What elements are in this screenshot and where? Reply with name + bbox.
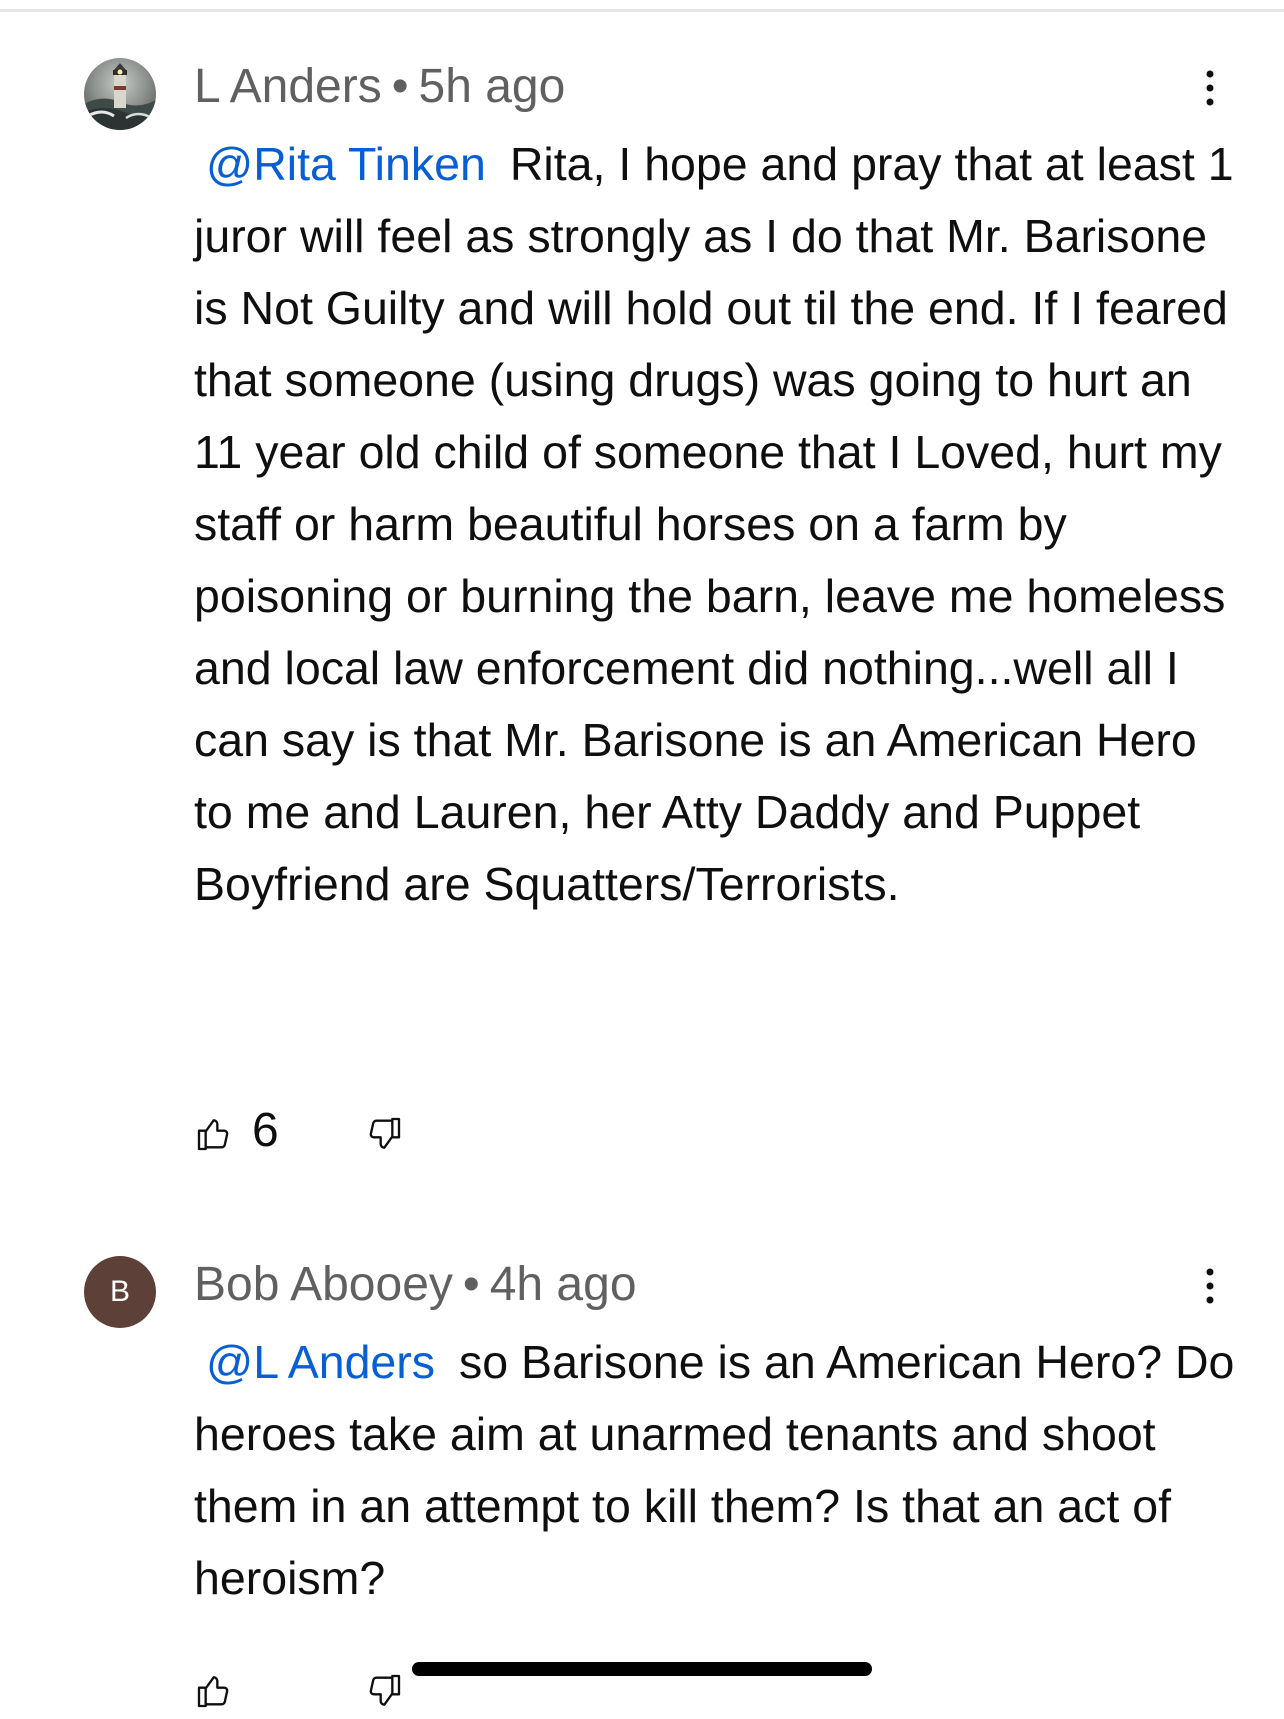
top-divider [0, 9, 1284, 12]
thumbs-down-icon[interactable] [364, 1671, 404, 1711]
timestamp: 5h ago [418, 60, 566, 113]
comment-header: Bob Abooey • 4h ago [194, 1255, 637, 1315]
avatar[interactable] [84, 58, 156, 130]
comment-body: Rita, I hope and pray that at least 1 ju… [194, 138, 1234, 910]
home-indicator[interactable] [412, 1662, 872, 1676]
comment-text: @Rita Tinken Rita, I hope and pray that a… [194, 128, 1234, 920]
lighthouse-avatar-image [84, 58, 156, 130]
separator-dot: • [462, 1258, 480, 1311]
mention-link[interactable]: @Rita Tinken [206, 138, 486, 190]
more-vertical-icon[interactable] [1195, 1264, 1225, 1308]
avatar[interactable]: B [84, 1256, 156, 1328]
separator-dot: • [391, 60, 409, 113]
author-name[interactable]: Bob Abooey [194, 1258, 453, 1311]
author-name[interactable]: L Anders [194, 60, 382, 113]
comment-text: @L Anders so Barisone is an American Hero… [194, 1326, 1244, 1614]
comment-header: L Anders • 5h ago [194, 57, 565, 117]
thumbs-up-icon[interactable] [194, 1114, 234, 1154]
more-vertical-icon[interactable] [1195, 66, 1225, 110]
thumbs-down-icon[interactable] [364, 1114, 404, 1154]
mention-link[interactable]: @L Anders [206, 1336, 435, 1388]
avatar-letter: B [109, 1275, 130, 1308]
timestamp: 4h ago [489, 1258, 637, 1311]
like-count: 6 [252, 1104, 279, 1157]
thumbs-up-icon[interactable] [194, 1671, 234, 1711]
